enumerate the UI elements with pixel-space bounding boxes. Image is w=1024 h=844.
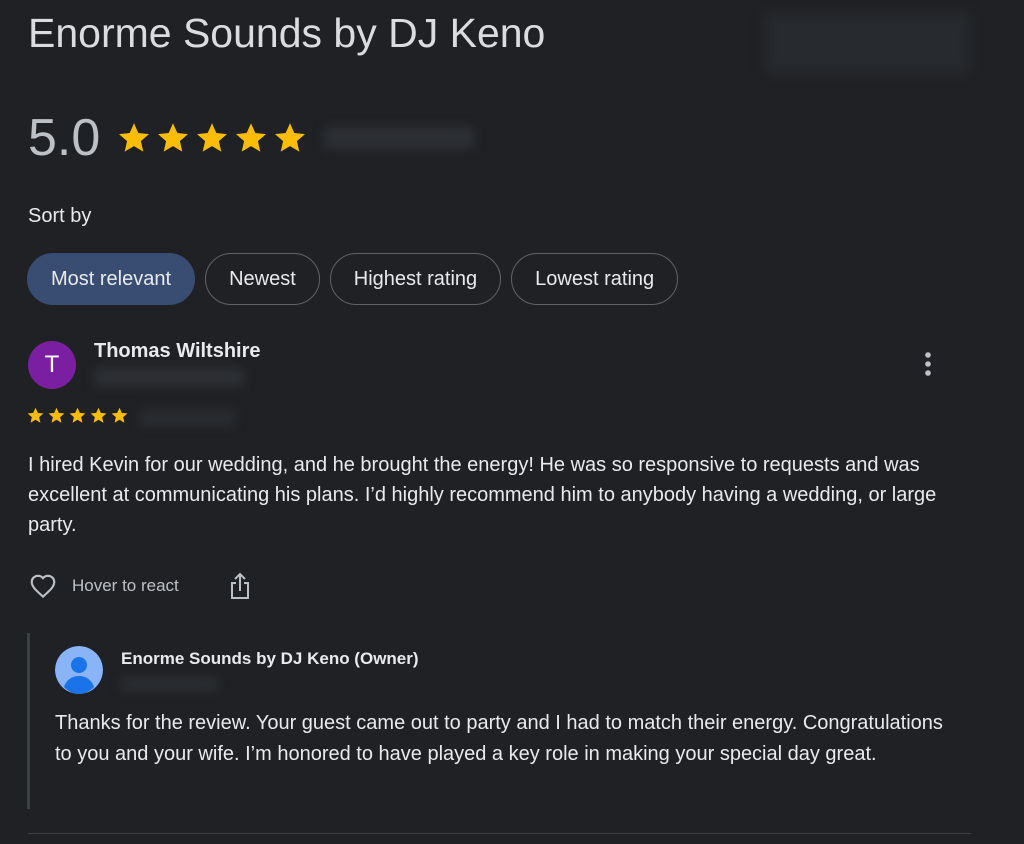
default-profile-icon — [55, 646, 103, 694]
star-icon — [275, 123, 306, 152]
star-icon — [236, 123, 267, 152]
star-icon — [111, 407, 128, 423]
star-icon — [27, 407, 44, 423]
sort-chip-lowest-rating[interactable]: Lowest rating — [511, 253, 679, 305]
star-icon — [69, 407, 86, 423]
heart-outline-icon — [30, 574, 56, 599]
business-title: Enorme Sounds by DJ Keno — [28, 10, 546, 56]
sort-chip-newest[interactable]: Newest — [205, 253, 320, 305]
react-label: Hover to react — [72, 576, 179, 595]
reviewer-name[interactable]: Thomas Wiltshire — [94, 340, 261, 363]
more-options-button[interactable] — [912, 348, 944, 380]
sort-chip-most-relevant[interactable]: Most relevant — [27, 253, 196, 305]
owner-name: Enorme Sounds by DJ Keno (Owner) — [121, 649, 419, 668]
blurred-review-count — [324, 127, 475, 149]
review-actions: Hover to react — [26, 570, 255, 602]
share-button[interactable] — [225, 570, 255, 602]
blurred-reviewer-info — [94, 368, 244, 386]
sort-options: Most relevant Newest Highest rating Lowe… — [27, 253, 679, 305]
blurred-thumbnail — [765, 12, 970, 74]
owner-reply-text: Thanks for the review. Your guest came o… — [55, 712, 943, 765]
rating-summary: 5.0 — [28, 108, 475, 168]
rating-stars — [116, 120, 308, 156]
star-icon — [158, 123, 189, 152]
review-stars — [26, 406, 129, 425]
review-text: I hired Kevin for our wedding, and he br… — [28, 454, 937, 536]
more-vert-icon — [925, 352, 931, 376]
blurred-review-date — [140, 410, 235, 426]
sort-label: Sort by — [28, 205, 92, 227]
reviewer-avatar[interactable]: T — [28, 341, 76, 389]
sort-chip-highest-rating[interactable]: Highest rating — [329, 253, 502, 305]
divider — [28, 833, 971, 834]
owner-avatar — [55, 646, 103, 694]
star-icon — [90, 407, 107, 423]
reviews-page: Enorme Sounds by DJ Keno 5.0 Sort by Mos… — [0, 0, 1024, 844]
react-button[interactable] — [26, 570, 60, 602]
star-icon — [119, 123, 150, 152]
blurred-reply-date — [122, 676, 217, 692]
star-icon — [48, 407, 65, 423]
star-icon — [197, 123, 228, 152]
average-rating: 5.0 — [28, 109, 101, 167]
owner-reply: Enorme Sounds by DJ Keno (Owner) Thanks … — [27, 633, 960, 809]
share-icon — [230, 572, 249, 599]
